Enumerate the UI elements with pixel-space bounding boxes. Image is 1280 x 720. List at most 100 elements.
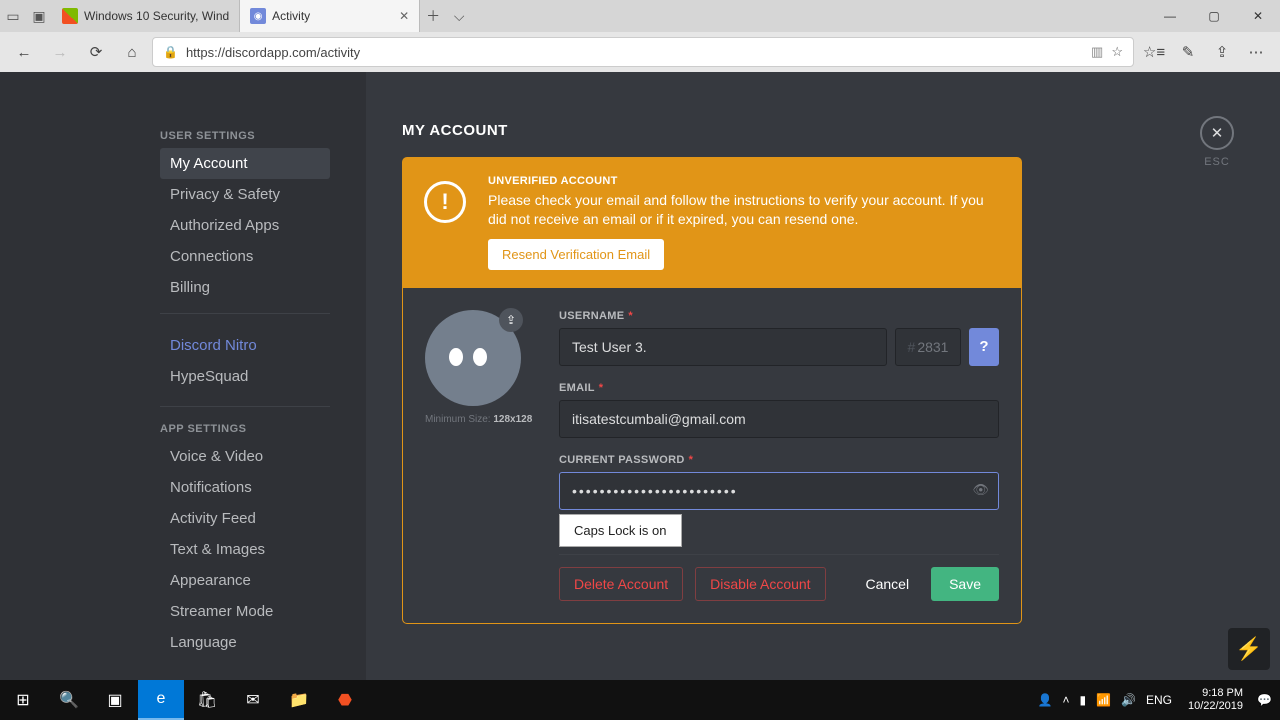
tab-group-icon[interactable]: ▭ xyxy=(0,3,26,29)
password-label: CURRENT PASSWORD* xyxy=(559,454,999,466)
store-app-icon[interactable]: 🛍 xyxy=(184,680,230,720)
banner-desc: Please check your email and follow the i… xyxy=(488,191,1000,229)
window-close-button[interactable]: ✕ xyxy=(1236,0,1280,32)
address-row: ← → ⟳ ⌂ 🔒 https://discordapp.com/activit… xyxy=(0,32,1280,72)
sidebar-item-nitro[interactable]: Discord Nitro xyxy=(160,330,330,361)
system-tray: 👤 ˄ ▮ 📶 🔊 ENG 9:18 PM 10/22/2019 💬 xyxy=(1037,687,1280,712)
avatar-size-hint: Minimum Size: 128x128 xyxy=(425,414,537,425)
page-title: MY ACCOUNT xyxy=(402,122,1244,139)
chevron-up-icon[interactable]: ˄ xyxy=(1062,693,1069,707)
lock-icon: 🔒 xyxy=(163,45,178,59)
tab-dropdown-icon[interactable]: ⌵ xyxy=(446,3,472,29)
email-label: EMAIL* xyxy=(559,382,999,394)
time-text: 9:18 PM xyxy=(1188,687,1243,700)
discord-settings-page: USER SETTINGS My Account Privacy & Safet… xyxy=(0,72,1280,680)
new-tab-button[interactable]: ＋ xyxy=(420,3,446,29)
sidebar-item-language[interactable]: Language xyxy=(160,627,330,658)
tabs-row: ▭ ▣ Windows 10 Security, Wind ◉ Activity… xyxy=(0,0,1280,32)
notes-icon[interactable]: ✎ xyxy=(1172,36,1204,68)
unverified-banner: ! UNVERIFIED ACCOUNT Please check your e… xyxy=(402,157,1022,288)
upload-icon[interactable]: ⇪ xyxy=(499,308,523,332)
banner-title: UNVERIFIED ACCOUNT xyxy=(488,175,1000,187)
sidebar-divider xyxy=(160,313,330,314)
nav-back-button[interactable]: ← xyxy=(8,36,40,68)
tab-group-icon-2[interactable]: ▣ xyxy=(26,3,52,29)
explorer-app-icon[interactable]: 📁 xyxy=(276,680,322,720)
people-icon[interactable]: 👤 xyxy=(1037,693,1052,707)
sidebar-item-voice[interactable]: Voice & Video xyxy=(160,441,330,472)
bolt-icon[interactable]: ⚡ xyxy=(1228,628,1270,670)
sidebar-item-privacy[interactable]: Privacy & Safety xyxy=(160,179,330,210)
battery-icon[interactable]: ▮ xyxy=(1079,693,1086,707)
browser-chrome: ▭ ▣ Windows 10 Security, Wind ◉ Activity… xyxy=(0,0,1280,72)
discriminator: #2831 xyxy=(895,328,961,366)
start-button[interactable]: ⊞ xyxy=(0,680,46,720)
username-label: USERNAME* xyxy=(559,310,999,322)
sound-icon[interactable]: 🔊 xyxy=(1121,693,1136,707)
wifi-icon[interactable]: 📶 xyxy=(1096,693,1111,707)
disable-account-button[interactable]: Disable Account xyxy=(695,567,825,601)
more-icon[interactable]: ⋯ xyxy=(1240,36,1272,68)
eye-icon[interactable]: 👁 xyxy=(972,482,989,498)
language-indicator[interactable]: ENG xyxy=(1146,693,1172,707)
capslock-tooltip: Caps Lock is on xyxy=(559,514,682,547)
warning-icon: ! xyxy=(424,181,466,223)
avatar[interactable]: ⇪ xyxy=(425,310,521,406)
notifications-icon[interactable]: 💬 xyxy=(1257,693,1272,707)
sidebar-item-streamer-mode[interactable]: Streamer Mode xyxy=(160,596,330,627)
favorites-icon[interactable]: ☆≡ xyxy=(1138,36,1170,68)
window-maximize-button[interactable]: ▢ xyxy=(1192,0,1236,32)
tab-title: Activity xyxy=(272,9,310,23)
sidebar-divider xyxy=(160,406,330,407)
username-help-button[interactable]: ? xyxy=(969,328,999,366)
resend-verification-button[interactable]: Resend Verification Email xyxy=(488,239,664,270)
nav-forward-button[interactable]: → xyxy=(44,36,76,68)
cancel-button[interactable]: Cancel xyxy=(855,568,919,600)
close-icon[interactable]: ✕ xyxy=(1200,116,1234,150)
window-minimize-button[interactable]: — xyxy=(1148,0,1192,32)
mail-app-icon[interactable]: ✉ xyxy=(230,680,276,720)
reader-icon[interactable]: ▥ xyxy=(1091,44,1103,60)
discord-logo-icon xyxy=(449,348,497,368)
sidebar-item-authorized-apps[interactable]: Authorized Apps xyxy=(160,210,330,241)
brave-app-icon[interactable]: ⬣ xyxy=(322,680,368,720)
sidebar-item-activity-feed[interactable]: Activity Feed xyxy=(160,503,330,534)
edge-app-icon[interactable]: e xyxy=(138,680,184,720)
nav-home-button[interactable]: ⌂ xyxy=(116,36,148,68)
delete-account-button[interactable]: Delete Account xyxy=(559,567,683,601)
sidebar-item-text-images[interactable]: Text & Images xyxy=(160,534,330,565)
nav-refresh-button[interactable]: ⟳ xyxy=(80,36,112,68)
email-input[interactable] xyxy=(559,400,999,438)
close-icon[interactable]: ✕ xyxy=(399,9,409,23)
username-input[interactable] xyxy=(559,328,887,366)
sidebar-item-hypesquad[interactable]: HypeSquad xyxy=(160,361,330,392)
sidebar-item-appearance[interactable]: Appearance xyxy=(160,565,330,596)
url-text: https://discordapp.com/activity xyxy=(186,45,360,60)
sidebar-item-billing[interactable]: Billing xyxy=(160,272,330,303)
share-icon[interactable]: ⇪ xyxy=(1206,36,1238,68)
sidebar-item-my-account[interactable]: My Account xyxy=(160,148,330,179)
address-bar[interactable]: 🔒 https://discordapp.com/activity ▥ ☆ xyxy=(152,37,1134,67)
account-card: ⇪ Minimum Size: 128x128 USERNAME* #2831 … xyxy=(402,288,1022,624)
browser-tab-activity[interactable]: ◉ Activity ✕ xyxy=(240,0,420,32)
close-settings[interactable]: ✕ ESC xyxy=(1200,116,1234,168)
sidebar-header-user: USER SETTINGS xyxy=(160,130,366,142)
task-view-button[interactable]: ▣ xyxy=(92,680,138,720)
sidebar-item-notifications[interactable]: Notifications xyxy=(160,472,330,503)
favicon-discord: ◉ xyxy=(250,8,266,24)
star-icon[interactable]: ☆ xyxy=(1111,44,1123,60)
sidebar-item-connections[interactable]: Connections xyxy=(160,241,330,272)
search-button[interactable]: 🔍 xyxy=(46,680,92,720)
browser-tab-windows-security[interactable]: Windows 10 Security, Wind xyxy=(52,0,240,32)
esc-label: ESC xyxy=(1200,156,1234,168)
password-input[interactable] xyxy=(559,472,999,510)
date-text: 10/22/2019 xyxy=(1188,700,1243,713)
settings-sidebar: USER SETTINGS My Account Privacy & Safet… xyxy=(0,72,366,680)
favicon-ms xyxy=(62,8,78,24)
clock[interactable]: 9:18 PM 10/22/2019 xyxy=(1188,687,1243,712)
windows-taskbar: ⊞ 🔍 ▣ e 🛍 ✉ 📁 ⬣ 👤 ˄ ▮ 📶 🔊 ENG 9:18 PM 10… xyxy=(0,680,1280,720)
form-divider xyxy=(559,554,999,555)
save-button[interactable]: Save xyxy=(931,567,999,601)
settings-main: ✕ ESC MY ACCOUNT ! UNVERIFIED ACCOUNT Pl… xyxy=(366,72,1280,680)
tab-title: Windows 10 Security, Wind xyxy=(84,9,229,23)
